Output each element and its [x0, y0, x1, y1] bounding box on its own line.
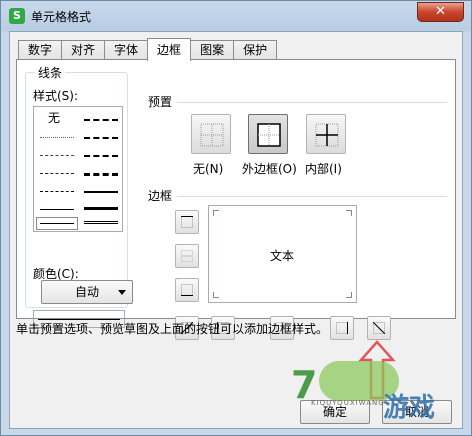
color-value: 自动: [74, 285, 99, 299]
title-bar: S 单元格格式 ✕: [1, 1, 471, 31]
line-style-dash-dot[interactable]: [40, 191, 74, 192]
tab-font[interactable]: 字体: [104, 40, 149, 60]
style-label: 样式(S):: [33, 89, 79, 103]
tab-alignment[interactable]: 对齐: [61, 40, 106, 60]
border-top-button[interactable]: [175, 210, 199, 234]
tab-border[interactable]: 边框: [147, 38, 192, 61]
app-icon: S: [9, 8, 25, 24]
preset-none-icon: [200, 123, 224, 147]
border-preview[interactable]: 文本: [208, 205, 357, 303]
tab-bar: 数字 对齐 字体 边框 图案 保护: [18, 38, 278, 61]
preset-none-label: 无(N): [193, 162, 224, 176]
watermark-logo: 7 游戏 KIQUYOUXIWANG: [291, 341, 461, 431]
preset-inside-button[interactable]: [306, 114, 346, 154]
border-top-icon: [181, 216, 193, 228]
border-diagonal-down-button[interactable]: [367, 316, 391, 340]
preset-outline-icon: [257, 123, 281, 147]
preset-divider: [177, 102, 447, 103]
close-icon: ✕: [435, 4, 446, 19]
watermark-sub-text: KIQUYOUXIWANG: [311, 399, 385, 407]
border-bottom-button[interactable]: [175, 278, 199, 302]
line-style-thick[interactable]: [84, 207, 118, 210]
tab-number[interactable]: 数字: [18, 40, 63, 60]
border-inside-horizontal-button[interactable]: [175, 244, 199, 268]
preset-outline-label: 外边框(O): [242, 162, 297, 176]
border-inside-horizontal-icon: [181, 250, 193, 262]
chevron-down-icon: [118, 290, 126, 295]
preview-corner-bl: [213, 292, 219, 298]
preset-group-title: 预置: [145, 93, 176, 110]
preset-outline-button[interactable]: [248, 114, 288, 154]
line-style-dash[interactable]: [40, 173, 74, 174]
close-button[interactable]: ✕: [417, 2, 464, 22]
tab-pattern[interactable]: 图案: [190, 40, 235, 60]
preset-none-button[interactable]: [191, 114, 231, 154]
line-style-fine-dash[interactable]: [40, 155, 74, 156]
dialog-window: S 单元格格式 ✕ 数字 对齐 字体 边框 图案 保护 线条 样式(S): 无: [0, 0, 472, 436]
tab-protection[interactable]: 保护: [233, 40, 278, 60]
line-style-dotted[interactable]: [40, 137, 74, 138]
line-style-medium-dash-dot[interactable]: [84, 119, 118, 121]
hint-text: 单击预置选项、预览草图及上面的按钮可以添加边框样式。: [16, 322, 329, 336]
preview-corner-tr: [346, 210, 352, 216]
line-style-double[interactable]: [84, 221, 118, 224]
watermark-main-text: 游戏: [383, 393, 436, 423]
preset-inside-icon: [315, 123, 339, 147]
border-group-title: 边框: [145, 187, 176, 204]
border-bottom-icon: [181, 284, 193, 296]
border-tab-panel: 线条 样式(S): 无 颜色(C): 自动 预置 无(N) 外边框(O) 内部(…: [16, 59, 456, 400]
border-divider: [177, 196, 447, 197]
window-title: 单元格格式: [31, 10, 92, 24]
preview-corner-br: [346, 292, 352, 298]
line-style-slant-dash[interactable]: [84, 155, 118, 157]
line-style-medium-dash[interactable]: [84, 173, 118, 176]
line-group-title: 线条: [35, 64, 66, 81]
color-dropdown[interactable]: 自动: [41, 280, 133, 304]
preview-text: 文本: [270, 249, 295, 263]
line-style-medium[interactable]: [84, 191, 118, 193]
preset-inside-label: 内部(I): [305, 162, 342, 176]
line-style-none[interactable]: 无: [48, 109, 60, 126]
line-style-list[interactable]: 无: [33, 106, 123, 232]
preview-corner-tl: [213, 210, 219, 216]
line-style-selected-box[interactable]: [36, 217, 78, 230]
border-right-button[interactable]: [330, 316, 354, 340]
line-style-medium-dash-dot-dot[interactable]: [84, 137, 118, 139]
diagonal-down-icon: [373, 322, 385, 334]
border-right-icon: [336, 322, 348, 334]
line-style-thin[interactable]: [40, 209, 74, 210]
